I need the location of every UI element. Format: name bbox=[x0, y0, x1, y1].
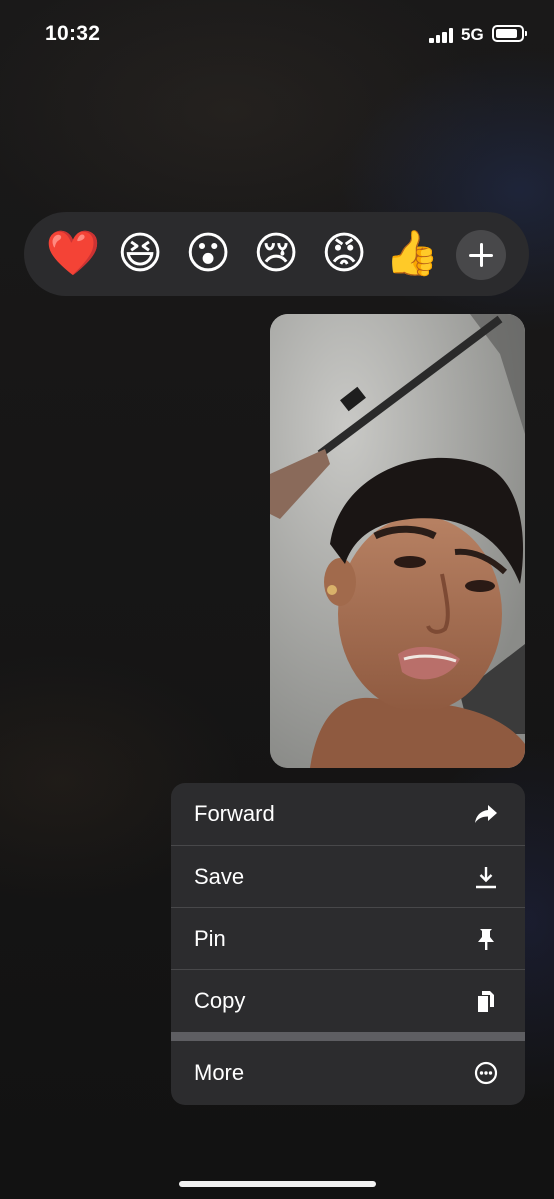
menu-item-more[interactable]: More bbox=[171, 1042, 525, 1104]
home-indicator[interactable] bbox=[179, 1181, 376, 1187]
battery-icon bbox=[492, 25, 527, 42]
menu-item-label: Save bbox=[194, 864, 245, 889]
reaction-bar: ❤️ 😆 😮 😢 😡 👍 bbox=[24, 212, 529, 296]
menu-item-label: More bbox=[194, 1060, 245, 1085]
network-type: 5G bbox=[461, 25, 484, 44]
menu-item-copy[interactable]: Copy bbox=[171, 970, 525, 1032]
menu-section-separator bbox=[171, 1032, 525, 1041]
status-bar: 10:32 5G bbox=[0, 0, 554, 70]
reaction-thumbs-up[interactable]: 👍 bbox=[384, 226, 440, 282]
status-time: 10:32 bbox=[45, 22, 101, 45]
context-menu: Forward Save Pin Copy More bbox=[171, 783, 525, 1105]
signal-icon bbox=[429, 27, 455, 43]
menu-item-pin[interactable]: Pin bbox=[171, 908, 525, 970]
menu-item-forward[interactable]: Forward bbox=[171, 783, 525, 845]
photo-message[interactable] bbox=[270, 314, 525, 768]
add-reaction-button[interactable] bbox=[456, 230, 506, 280]
reaction-laughing[interactable]: 😆 bbox=[112, 226, 168, 282]
download-icon bbox=[476, 867, 496, 889]
menu-item-label: Pin bbox=[194, 926, 226, 951]
forward-arrow-icon bbox=[475, 805, 497, 823]
menu-item-label: Forward bbox=[194, 801, 275, 826]
more-ellipsis-icon bbox=[474, 1061, 498, 1085]
screen: 10:32 5G ❤️ 😆 😮 😢 😡 👍 Forward Save Pin C… bbox=[0, 0, 554, 1199]
reaction-angry[interactable]: 😡 bbox=[316, 226, 372, 282]
reaction-sad-tear[interactable]: 😢 bbox=[248, 226, 304, 282]
reaction-heart[interactable]: ❤️ bbox=[45, 226, 101, 282]
menu-item-save[interactable]: Save bbox=[171, 846, 525, 908]
copy-icon bbox=[478, 991, 494, 1012]
pin-icon bbox=[478, 929, 494, 950]
selfie-photo bbox=[270, 314, 525, 768]
menu-item-label: Copy bbox=[194, 988, 246, 1013]
reaction-surprised[interactable]: 😮 bbox=[180, 226, 236, 282]
